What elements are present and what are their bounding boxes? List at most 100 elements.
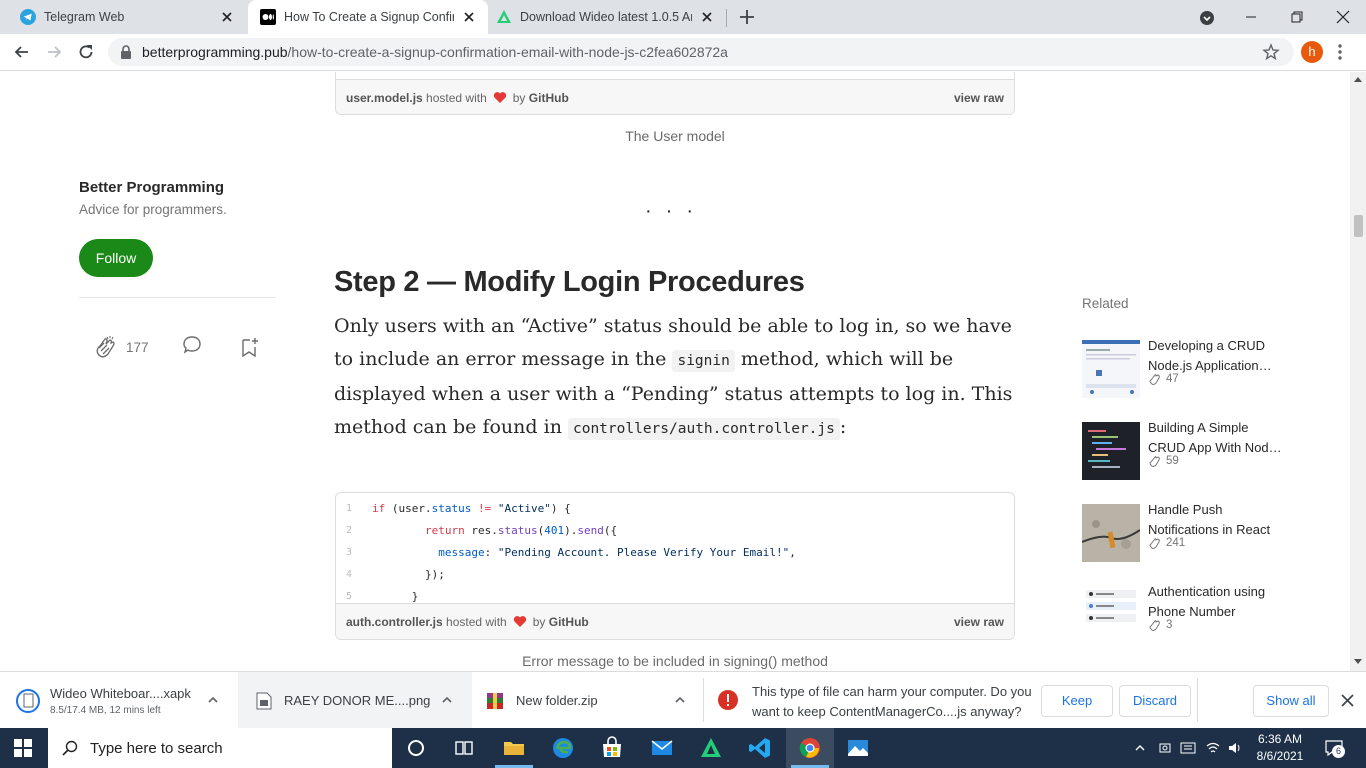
related-item[interactable]: Developing a CRUD Node.js Application… 4… — [1082, 338, 1302, 404]
scroll-up-icon[interactable] — [1354, 76, 1362, 82]
file-explorer-icon[interactable] — [502, 736, 526, 760]
follow-button[interactable]: Follow — [79, 239, 153, 277]
show-all-button[interactable]: Show all — [1253, 685, 1329, 717]
tab-search-icon[interactable] — [1199, 10, 1215, 26]
task-view-icon[interactable] — [452, 736, 476, 760]
scroll-down-icon[interactable] — [1354, 659, 1362, 665]
edge-icon[interactable] — [551, 736, 575, 760]
gist-file-link[interactable]: user.model.js — [346, 91, 423, 105]
gist-footer: user.model.js hosted with by GitHub view… — [336, 79, 1014, 114]
url-text[interactable]: betterprogramming.pub/how-to-create-a-si… — [142, 44, 728, 60]
telegram-icon — [20, 9, 36, 25]
gist-file-link[interactable]: auth.controller.js — [346, 615, 443, 629]
comment-icon[interactable] — [181, 335, 203, 355]
system-clock[interactable]: 6:36 AM 8/6/2021 — [1250, 731, 1310, 765]
cortana-icon[interactable] — [404, 736, 428, 760]
chrome-icon[interactable] — [798, 736, 822, 760]
tab-telegram[interactable]: Telegram Web — [0, 0, 246, 34]
ime-icon[interactable] — [1180, 740, 1196, 756]
volume-icon[interactable] — [1227, 740, 1243, 756]
related-title[interactable]: Handle Push Notifications in React — [1148, 500, 1288, 540]
related-claps: 59 — [1148, 454, 1179, 468]
related-thumbnail — [1082, 586, 1140, 644]
bookmark-add-icon[interactable] — [240, 336, 260, 358]
close-tab-icon[interactable] — [220, 10, 234, 24]
more-menu-icon[interactable] — [1338, 43, 1342, 61]
mail-icon[interactable] — [650, 736, 674, 760]
new-tab-icon[interactable] — [738, 8, 756, 26]
related-item[interactable]: Building A Simple CRUD App With Nod… 59 — [1082, 420, 1302, 486]
store-icon[interactable] — [600, 736, 624, 760]
clap-count: 177 — [126, 340, 149, 355]
gist-auth-controller: 1 if (user.status != "Active") { 2 return… — [335, 492, 1015, 640]
chevron-up-icon[interactable] — [674, 694, 686, 706]
related-title[interactable]: Authentication using Phone Number — [1148, 582, 1288, 622]
tab-wideo[interactable]: Download Wideo latest 1.0.5 Anc — [490, 0, 726, 34]
heart-icon — [513, 616, 526, 627]
browser-toolbar: betterprogramming.pub/how-to-create-a-si… — [0, 34, 1366, 71]
download-name: New folder.zip — [516, 693, 598, 708]
divider — [79, 297, 276, 298]
section-divider: ··· — [645, 200, 707, 222]
related-item[interactable]: Authentication using Phone Number 3 — [1082, 584, 1302, 650]
file-download-icon — [16, 688, 40, 713]
related-title[interactable]: Developing a CRUD Node.js Application… — [1148, 336, 1288, 376]
reload-icon[interactable] — [76, 42, 96, 62]
minimize-button[interactable] — [1228, 0, 1274, 34]
profile-avatar[interactable]: h — [1301, 41, 1323, 63]
clap-icon — [1149, 620, 1160, 631]
tray-chevron-icon[interactable] — [1134, 742, 1146, 754]
clock-date: 8/6/2021 — [1256, 749, 1304, 763]
gist-hosted-text: hosted with — [426, 90, 487, 105]
chevron-up-icon[interactable] — [207, 694, 219, 706]
view-raw-link[interactable]: view raw — [954, 91, 1004, 105]
github-link[interactable]: GitHub — [529, 91, 569, 105]
download-separator — [703, 678, 704, 722]
close-tab-icon[interactable] — [700, 10, 714, 24]
gist-by-text: by — [532, 614, 546, 629]
code-line: 1 if (user.status != "Active") { — [336, 497, 1014, 519]
clap-icon — [1149, 374, 1160, 385]
scrollbar-thumb[interactable] — [1354, 215, 1363, 237]
back-icon[interactable] — [12, 42, 32, 62]
code-line: 2 return res.status(401).send({ — [336, 519, 1014, 541]
view-raw-link[interactable]: view raw — [954, 615, 1004, 629]
bookmark-star-icon[interactable] — [1262, 43, 1280, 61]
wifi-icon[interactable] — [1205, 740, 1221, 756]
related-thumbnail — [1082, 340, 1140, 398]
photos-icon[interactable] — [846, 736, 870, 760]
address-bar[interactable]: betterprogramming.pub/how-to-create-a-si… — [108, 38, 1294, 66]
github-link[interactable]: GitHub — [549, 615, 589, 629]
lock-icon[interactable] — [120, 45, 132, 59]
notification-center[interactable]: 6 — [1324, 738, 1345, 758]
close-download-bar-icon[interactable] — [1341, 694, 1354, 707]
windows-start-icon[interactable] — [14, 739, 32, 757]
apkpure-taskbar-icon[interactable] — [699, 736, 723, 760]
keep-button[interactable]: Keep — [1041, 685, 1113, 717]
windows-taskbar: Type here to search 6:36 AM 8/6/2021 6 — [0, 728, 1366, 768]
tab-title: How To Create a Signup Confirm — [284, 10, 454, 24]
restore-icon — [1291, 11, 1303, 23]
related-title[interactable]: Building A Simple CRUD App With Nod… — [1148, 418, 1288, 458]
restore-button[interactable] — [1274, 0, 1320, 34]
vscode-icon[interactable] — [748, 736, 772, 760]
page-scrollbar[interactable] — [1350, 72, 1366, 671]
close-tab-icon[interactable] — [462, 10, 476, 24]
publication-name[interactable]: Better Programming — [79, 179, 224, 196]
line-number: 3 — [346, 546, 353, 558]
clap-icon[interactable] — [93, 334, 119, 360]
meet-now-icon[interactable] — [1158, 740, 1174, 756]
download-item[interactable]: Wideo Whiteboar....xapk 8.5/17.4 MB, 12 … — [16, 672, 236, 729]
gist-code-hidden — [336, 72, 1014, 79]
chevron-up-icon[interactable] — [441, 694, 453, 706]
related-item[interactable]: Handle Push Notifications in React 241 — [1082, 502, 1302, 568]
download-item[interactable]: New folder.zip — [486, 672, 696, 729]
discard-button[interactable]: Discard — [1119, 685, 1191, 717]
download-item[interactable]: RAEY DONOR ME....png — [238, 672, 472, 729]
close-window-button[interactable] — [1320, 0, 1366, 34]
clap-icon — [1149, 538, 1160, 549]
forward-icon[interactable] — [44, 42, 64, 62]
close-icon — [1336, 10, 1350, 24]
tab-article[interactable]: How To Create a Signup Confirm — [248, 0, 488, 34]
taskbar-search-box[interactable]: Type here to search — [48, 728, 392, 768]
